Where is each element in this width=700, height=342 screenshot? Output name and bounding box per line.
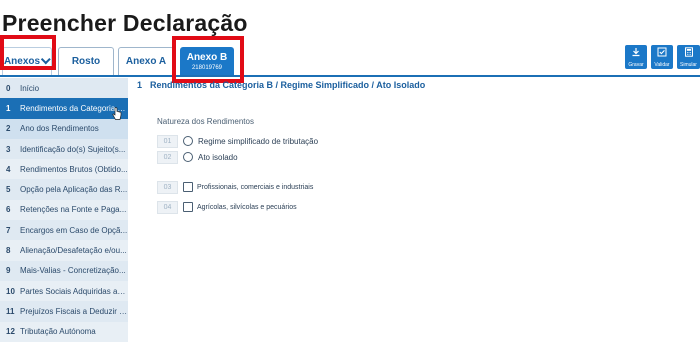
sidebar-item-label: Partes Sociais Adquiridas ao... [20, 286, 128, 296]
radio-regime-simplificado[interactable] [183, 136, 193, 146]
sidebar-item-label: Mais-Valias - Concretização... [20, 266, 126, 276]
sidebar-item-num: 2 [6, 124, 11, 134]
sidebar-item-label: Alienação/Desafetação e/ou... [20, 246, 127, 256]
sidebar-item-label: Tributação Autónoma [20, 327, 96, 337]
section-title-text: Rendimentos da Categoria B / Regime Simp… [150, 80, 426, 90]
sidebar-item-num: 7 [6, 225, 11, 235]
highlight-box-anexos [0, 35, 56, 70]
validar-label: Validar [654, 61, 670, 68]
activity-label: Agrícolas, silvícolas e pecuários [197, 203, 297, 211]
sidebar-item-num: 8 [6, 246, 11, 256]
checkbox-profissionais[interactable] [183, 182, 193, 192]
option-label: Regime simplificado de tributação [198, 136, 319, 146]
tab-rosto-label: Rosto [71, 56, 101, 67]
sidebar-item-num: 1 [6, 103, 11, 113]
sidebar-item-num: 9 [6, 266, 11, 276]
field-code: 04 [157, 200, 178, 214]
sidebar-item-label: Encargos em Caso de Opçã... [20, 225, 128, 235]
sidebar-item-label: Ano dos Rendimentos [20, 124, 99, 134]
activity-profissionais[interactable]: 03 Profissionais, comerciais e industria… [157, 180, 313, 194]
tab-bar-divider [0, 75, 700, 77]
sidebar-item-label: Rendimentos Brutos (Obtido... [20, 164, 128, 174]
sidebar-item-partes-sociais[interactable]: 10 Partes Sociais Adquiridas ao... [0, 280, 128, 302]
sidebar-item-num: 12 [6, 327, 15, 337]
calculator-icon [684, 46, 694, 60]
sidebar-item-prejuizos-fiscais[interactable]: 11 Prejuízos Fiscais a Deduzir e... [0, 301, 128, 321]
sidebar-item-num: 0 [6, 83, 11, 93]
option-regime-simplificado[interactable]: 01 Regime simplificado de tributação [157, 134, 318, 148]
tab-rosto[interactable]: Rosto [58, 47, 114, 75]
sidebar-item-ano-rendimentos[interactable]: 2 Ano dos Rendimentos [0, 118, 128, 139]
sidebar-item-tributacao-autonoma[interactable]: 12 Tributação Autónoma [0, 321, 128, 342]
tab-anexo-a-label: Anexo A [125, 56, 167, 67]
tab-anexo-a[interactable]: Anexo A [118, 47, 174, 75]
sidebar-item-num: 4 [6, 164, 11, 174]
sidebar-item-alienacao[interactable]: 8 Alienação/Desafetação e/ou... [0, 240, 128, 261]
sidebar-item-identificacao[interactable]: 3 Identificação do(s) Sujeito(s... [0, 139, 128, 159]
sidebar-item-label: Início [20, 83, 40, 93]
field-code: 01 [157, 134, 178, 148]
highlight-box-anexo-b [172, 36, 244, 83]
option-label: Ato isolado [198, 152, 238, 162]
mouse-pointer-icon [112, 107, 122, 120]
sidebar-item-label: Opção pela Aplicação das R... [20, 185, 128, 195]
field-code: 03 [157, 180, 178, 194]
gravar-button[interactable]: Gravar [625, 45, 647, 69]
checkbox-agricolas[interactable] [183, 202, 193, 212]
activity-agricolas[interactable]: 04 Agrícolas, silvícolas e pecuários [157, 200, 297, 214]
sidebar-item-rendimentos-brutos[interactable]: 4 Rendimentos Brutos (Obtido... [0, 159, 128, 180]
section-number: 1 [137, 80, 143, 90]
sidebar-item-mais-valias[interactable]: 9 Mais-Valias - Concretização... [0, 261, 128, 281]
simular-label: Simular [680, 61, 697, 68]
option-ato-isolado[interactable]: 02 Ato isolado [157, 150, 238, 164]
activity-label: Profissionais, comerciais e industriais [197, 183, 314, 191]
simular-button[interactable]: Simular [677, 45, 700, 69]
sidebar-item-label: Identificação do(s) Sujeito(s... [20, 144, 126, 154]
sidebar-item-label: Retenções na Fonte e Paga... [20, 205, 127, 215]
section-title: 1 Rendimentos da Categoria B / Regime Sim… [137, 80, 425, 90]
gravar-label: Gravar [628, 61, 644, 68]
sidebar-item-inicio[interactable]: 0 Início [0, 78, 128, 98]
validar-button[interactable]: Validar [651, 45, 673, 69]
sidebar-item-num: 11 [6, 306, 15, 316]
natureza-rendimentos-label: Natureza dos Rendimentos [157, 117, 254, 126]
sidebar-item-opcao-aplicacao[interactable]: 5 Opção pela Aplicação das R... [0, 179, 128, 199]
sidebar-item-rendimentos-categoria-b[interactable]: 1 Rendimentos da Categoria B... [0, 98, 128, 119]
sidebar-item-num: 10 [6, 286, 15, 296]
field-code: 02 [157, 150, 178, 164]
sidebar-item-label: Prejuízos Fiscais a Deduzir e... [20, 306, 128, 316]
sidebar-item-encargos[interactable]: 7 Encargos em Caso de Opçã... [0, 220, 128, 240]
sidebar-nav: 0 Início 1 Rendimentos da Categoria B... 2… [0, 78, 128, 342]
sidebar-item-num: 5 [6, 185, 11, 195]
check-square-icon [657, 47, 667, 60]
sidebar-item-retencoes[interactable]: 6 Retenções na Fonte e Paga... [0, 199, 128, 221]
page-title: Preencher Declaração [2, 10, 248, 36]
radio-ato-isolado[interactable] [183, 152, 193, 162]
download-icon [631, 47, 641, 60]
sidebar-item-num: 3 [6, 144, 11, 154]
sidebar-item-num: 6 [6, 205, 11, 215]
